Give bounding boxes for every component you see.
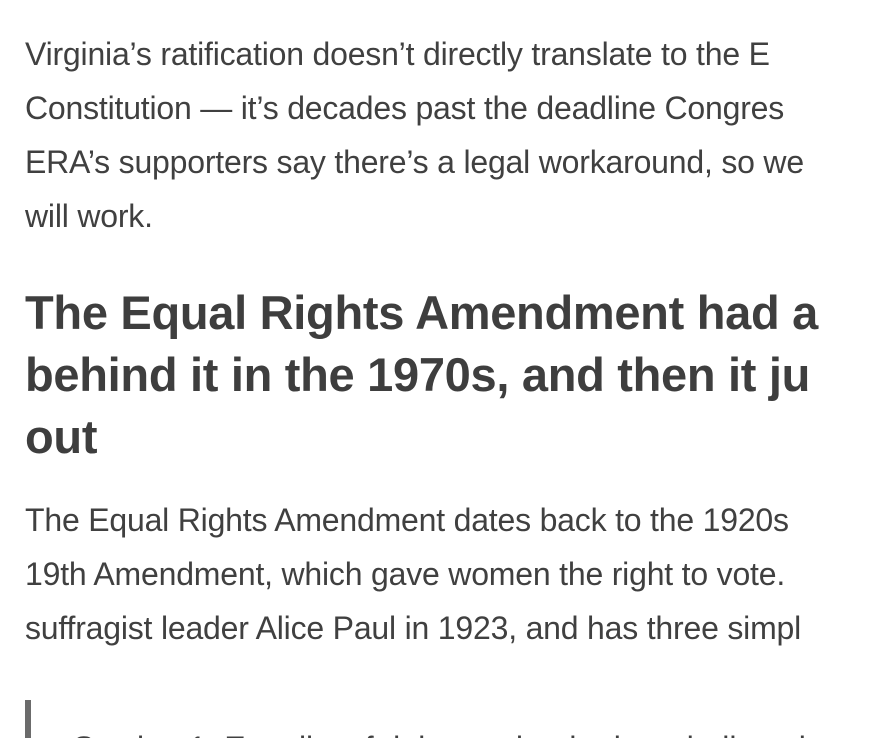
blockquote-bar <box>25 700 31 738</box>
paragraph-line: 19th Amendment, which gave women the rig… <box>25 556 786 592</box>
paragraph-line: ERA’s supporters say there’s a legal wor… <box>25 144 804 180</box>
heading-line: behind it in the 1970s, and then it ju <box>25 348 811 401</box>
article-paragraph: The Equal Rights Amendment dates back to… <box>25 493 870 655</box>
article-paragraph: Virginia’s ratification doesn’t directly… <box>25 27 870 243</box>
article-page: Virginia’s ratification doesn’t directly… <box>0 0 870 738</box>
paragraph-line: The Equal Rights Amendment dates back to… <box>25 502 789 538</box>
paragraph-line: will work. <box>25 198 153 234</box>
section-heading: The Equal Rights Amendment had a behind … <box>25 282 870 468</box>
paragraph-line: Constitution — it’s decades past the dea… <box>25 90 785 126</box>
paragraph-line: suffragist leader Alice Paul in 1923, an… <box>25 610 802 646</box>
heading-line: out <box>25 410 98 463</box>
paragraph-line: Virginia’s ratification doesn’t directly… <box>25 36 770 72</box>
blockquote-text: Section 1. Equality of rights under the … <box>73 728 834 738</box>
heading-line: The Equal Rights Amendment had a <box>25 286 818 339</box>
blockquote: Section 1. Equality of rights under the … <box>25 700 870 738</box>
